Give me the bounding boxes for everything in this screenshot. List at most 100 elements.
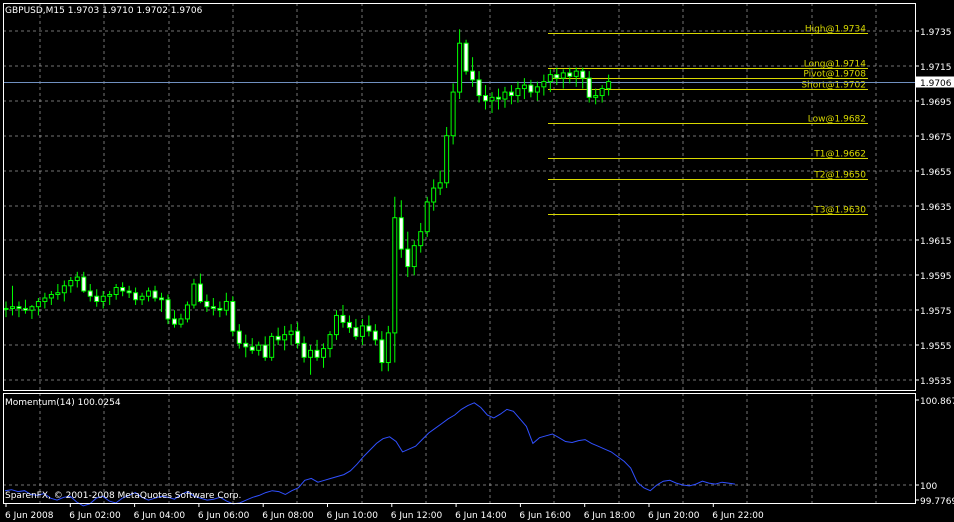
candle-bear <box>528 84 534 93</box>
candle-bear <box>165 299 171 320</box>
indicator-axis: 100.8674 100 99.7769 <box>915 397 954 507</box>
candle-bear <box>476 79 482 97</box>
candle-bull <box>327 334 333 350</box>
time-tick-label-2: 6 Jun 04:00 <box>134 511 186 521</box>
price-tick-label-7: 1.9595 <box>920 272 952 282</box>
candle-bull <box>308 349 314 358</box>
ind-tick-label-0: 100.8674 <box>920 397 954 407</box>
candle-bear <box>126 290 132 294</box>
time-tick-label-1: 6 Jun 02:00 <box>69 511 121 521</box>
candlesticks <box>3 29 612 375</box>
candle-bear <box>470 70 476 81</box>
price-tick-label-4: 1.9655 <box>920 168 952 178</box>
ind-tick-label-1: 100 <box>920 482 937 492</box>
level-label-2: Pivot@1.9708 <box>803 70 866 80</box>
candle-bull <box>573 70 579 77</box>
candle-bull <box>560 72 566 79</box>
candle-bull <box>282 334 288 341</box>
candle-bear <box>567 72 573 77</box>
level-label-5: T1@1.9662 <box>813 150 866 160</box>
candle-bull <box>139 295 145 301</box>
candle-bear <box>275 335 281 341</box>
chart-canvas[interactable]: High@1.9734Long@1.9714Pivot@1.9708Short@… <box>0 0 954 522</box>
price-axis: 1.9735 1.9715 1.9695 1.9675 1.9655 1.9635 1.96… <box>915 28 954 387</box>
time-tick-label-10: 6 Jun 20:00 <box>648 511 700 521</box>
candle-bear <box>372 330 378 341</box>
candle-bull <box>541 81 547 88</box>
candle-bear <box>483 95 489 102</box>
candle-bull <box>521 84 527 90</box>
metatrader-chart-window[interactable]: High@1.9734 Long@1.9714 Pivot@1.9708 Short@… <box>0 0 954 522</box>
price-tick-label-8: 1.9575 <box>920 307 952 317</box>
candle-bear <box>398 217 404 250</box>
candle-bull <box>288 330 294 336</box>
time-tick-label-4: 6 Jun 08:00 <box>262 511 314 521</box>
candle-bear <box>159 297 165 301</box>
candle-bull <box>411 245 417 268</box>
candle-bull <box>42 297 48 302</box>
candle-bear <box>463 42 469 72</box>
time-tick-label-6: 6 Jun 12:00 <box>391 511 443 521</box>
candle-bear <box>152 290 158 299</box>
candle-bear <box>230 300 236 332</box>
candle-bull <box>35 300 41 308</box>
price-tick-label-10: 1.9535 <box>920 377 952 387</box>
candle-bull <box>593 95 599 98</box>
candle-bear <box>217 307 223 311</box>
candle-bear <box>87 290 93 297</box>
candle-bear <box>236 330 242 344</box>
candle-bear <box>340 314 346 323</box>
candle-bear <box>580 70 586 79</box>
candle-bear <box>366 325 372 332</box>
level-label-7: T3@1.9630 <box>813 206 866 216</box>
candle-bear <box>249 346 255 351</box>
copyright-text: SparenFX, © 2001-2008 MetaQuotes Softwar… <box>5 491 241 501</box>
candle-bear <box>197 283 203 302</box>
candle-bear <box>405 248 411 268</box>
candle-bull <box>437 182 443 189</box>
candle-bear <box>81 276 87 292</box>
price-tick-label-2: 1.9695 <box>920 98 952 108</box>
candle-bull <box>385 332 391 364</box>
candle-bull <box>74 276 80 282</box>
indicator-grid <box>3 393 915 503</box>
candle-bull <box>48 293 54 299</box>
candle-bull <box>502 91 508 100</box>
candle-bear <box>353 327 359 337</box>
candle-bear <box>586 77 592 98</box>
time-tick-label-7: 6 Jun 14:00 <box>455 511 507 521</box>
candle-bull <box>547 74 553 83</box>
candle-bull <box>599 88 605 97</box>
candle-bull <box>457 42 463 93</box>
candle-bear <box>554 74 560 79</box>
level-label-6: T2@1.9650 <box>813 171 866 181</box>
candle-bull <box>418 231 424 247</box>
indicator-pane-frame <box>3 393 916 504</box>
candle-bear <box>204 300 210 308</box>
candle-bear <box>301 342 307 358</box>
price-tick-label-6: 1.9615 <box>920 237 952 247</box>
time-tick-label-8: 6 Jun 16:00 <box>519 511 571 521</box>
candle-bear <box>508 91 514 97</box>
candle-bear <box>295 330 301 344</box>
candle-bull <box>431 187 437 203</box>
candle-bull <box>55 292 61 295</box>
time-tick-label-5: 6 Jun 10:00 <box>327 511 379 521</box>
ind-tick-label-2: 99.7769 <box>920 497 954 507</box>
candle-bull <box>178 318 184 325</box>
candle-bear <box>16 306 22 309</box>
candle-bull <box>269 335 275 358</box>
price-tick-label-0: 1.9735 <box>920 28 952 38</box>
time-tick-label-0: 6 Jun 2008 <box>5 511 54 521</box>
candle-bull <box>113 287 119 295</box>
candle-bull <box>256 344 262 351</box>
time-tick-label-9: 6 Jun 18:00 <box>584 511 636 521</box>
candle-bear <box>243 342 249 348</box>
candle-bear <box>133 292 139 301</box>
current-price-tag-label: 1.9706 <box>920 79 952 89</box>
candle-bull <box>184 304 190 320</box>
candle-bear <box>22 307 28 311</box>
candle-bear <box>314 349 320 358</box>
candle-bull <box>333 314 339 336</box>
time-tick-label-3: 6 Jun 06:00 <box>198 511 250 521</box>
